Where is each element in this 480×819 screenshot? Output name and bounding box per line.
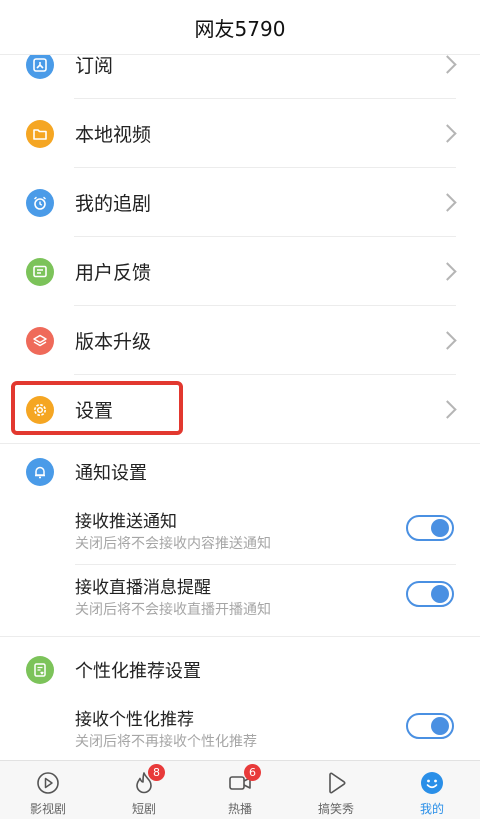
menu-item-label: 本地视频 (75, 124, 152, 146)
menu-item-label: 订阅 (75, 55, 114, 77)
section-header: 个性化推荐设置 (0, 643, 480, 697)
bottom-tab-bar: 影视剧 8 短剧 6 热播 搞笑秀 我的 (0, 760, 480, 819)
tab-label: 影视剧 (29, 802, 66, 816)
menu-item-feedback[interactable]: 用户反馈 (0, 237, 480, 306)
app-header: 网友5790 (0, 0, 480, 55)
tab-label: 搞笑秀 (317, 802, 354, 816)
chevron-right-icon (438, 55, 457, 74)
tab-movies[interactable]: 影视剧 (0, 761, 96, 819)
menu-item-local-video[interactable]: 本地视频 (0, 99, 480, 168)
live-reminder-toggle[interactable] (406, 581, 454, 607)
tab-label: 短剧 (131, 802, 156, 816)
tab-funny[interactable]: 搞笑秀 (288, 761, 384, 819)
notification-badge: 8 (148, 764, 165, 781)
personalized-recommendation-toggle[interactable] (406, 713, 454, 739)
chevron-right-icon (438, 400, 457, 419)
menu-list: 订阅 本地视频 我的追剧 用户反馈 版本升级 设置 (0, 30, 480, 444)
menu-item-label: 我的追剧 (75, 193, 152, 215)
fire-icon: 8 (130, 764, 165, 797)
notification-settings-section: 通知设置 接收推送通知 关闭后将不会接收内容推送通知 接收直播消息提醒 关闭后将… (0, 445, 480, 631)
toggle-knob (431, 585, 449, 603)
notification-badge: 6 (244, 764, 261, 781)
tab-label: 热播 (227, 802, 252, 816)
menu-item-version-upgrade[interactable]: 版本升级 (0, 306, 480, 375)
setting-description: 关闭后将不会接收直播开播通知 (75, 602, 271, 618)
menu-item-settings[interactable]: 设置 (0, 375, 480, 444)
chevron-right-icon (438, 124, 457, 143)
section-header: 通知设置 (0, 445, 480, 499)
toggle-knob (431, 717, 449, 735)
setting-personalized-recommendation: 接收个性化推荐 关闭后将不再接收个性化推荐 (0, 697, 480, 763)
tab-label: 我的 (419, 802, 444, 816)
setting-description: 关闭后将不再接收个性化推荐 (75, 734, 257, 750)
toggle-knob (431, 519, 449, 537)
setting-description: 关闭后将不会接收内容推送通知 (75, 536, 271, 552)
folder-icon (26, 119, 54, 148)
tab-hot[interactable]: 6 热播 (192, 761, 288, 819)
setting-push-notifications: 接收推送通知 关闭后将不会接收内容推送通知 (0, 499, 480, 565)
video-camera-icon: 6 (226, 764, 261, 797)
page-title: 网友5790 (194, 16, 286, 41)
tab-mine[interactable]: 我的 (384, 761, 480, 819)
smile-icon (418, 769, 446, 797)
setting-title: 接收个性化推荐 (75, 710, 194, 730)
menu-item-my-series[interactable]: 我的追剧 (0, 168, 480, 237)
menu-item-label: 版本升级 (75, 331, 152, 353)
bell-icon (26, 458, 54, 486)
push-notifications-toggle[interactable] (406, 515, 454, 541)
tab-short-drama[interactable]: 8 短剧 (96, 761, 192, 819)
section-divider (0, 636, 480, 637)
section-title: 通知设置 (75, 463, 147, 484)
menu-item-label: 设置 (75, 400, 114, 422)
chevron-right-icon (438, 193, 457, 212)
setting-title: 接收推送通知 (75, 512, 177, 532)
section-title: 个性化推荐设置 (75, 661, 201, 682)
chevron-right-icon (438, 262, 457, 281)
personalized-recommendation-section: 个性化推荐设置 接收个性化推荐 关闭后将不再接收个性化推荐 (0, 643, 480, 763)
alarm-clock-icon (26, 188, 54, 217)
chevron-right-icon (438, 331, 457, 350)
setting-title: 接收直播消息提醒 (75, 578, 211, 598)
feedback-icon (26, 257, 54, 286)
setting-live-reminder: 接收直播消息提醒 关闭后将不会接收直播开播通知 (0, 565, 480, 631)
layers-icon (26, 326, 54, 355)
play-triangle-icon (322, 769, 350, 797)
gear-icon (26, 395, 54, 424)
heart-document-icon (26, 656, 54, 684)
play-circle-icon (34, 769, 62, 797)
menu-item-label: 用户反馈 (75, 262, 152, 284)
